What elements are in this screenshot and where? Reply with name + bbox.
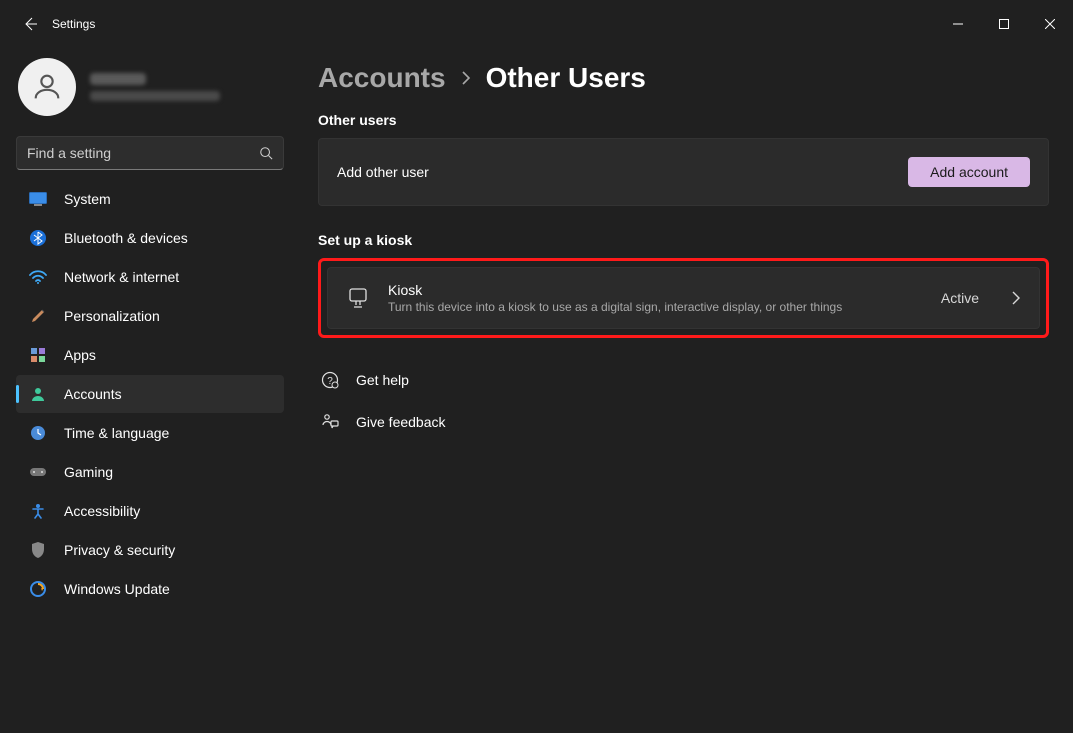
main: Accounts Other Users Other users Add oth… [300, 48, 1073, 733]
chevron-right-icon [1011, 291, 1021, 305]
wifi-icon [28, 267, 48, 287]
user-email-redacted [90, 91, 220, 101]
sidebar-item-gaming[interactable]: Gaming [16, 453, 284, 491]
sidebar-item-label: Accounts [64, 386, 122, 402]
breadcrumb-parent[interactable]: Accounts [318, 62, 446, 94]
get-help-label: Get help [356, 372, 409, 388]
sidebar-item-network[interactable]: Network & internet [16, 258, 284, 296]
sidebar: System Bluetooth & devices Network & int… [0, 48, 300, 733]
shield-icon [28, 540, 48, 560]
sidebar-item-personalization[interactable]: Personalization [16, 297, 284, 335]
minimize-button[interactable] [935, 8, 981, 40]
sidebar-item-system[interactable]: System [16, 180, 284, 218]
search-box[interactable] [16, 136, 284, 170]
display-icon [28, 189, 48, 209]
window-controls [935, 8, 1073, 40]
chevron-right-icon [460, 70, 472, 86]
section-heading-other-users: Other users [318, 112, 1049, 128]
update-icon [28, 579, 48, 599]
kiosk-status: Active [941, 290, 979, 306]
breadcrumb-current: Other Users [486, 62, 646, 94]
breadcrumb: Accounts Other Users [318, 62, 1049, 94]
sidebar-item-windows-update[interactable]: Windows Update [16, 570, 284, 608]
kiosk-title: Kiosk [388, 282, 842, 298]
add-account-button[interactable]: Add account [908, 157, 1030, 187]
kiosk-description: Turn this device into a kiosk to use as … [388, 300, 842, 314]
help-icon: ? [320, 370, 340, 390]
bluetooth-icon [28, 228, 48, 248]
sidebar-item-apps[interactable]: Apps [16, 336, 284, 374]
give-feedback-link[interactable]: Give feedback [318, 406, 1049, 438]
titlebar: Settings [0, 0, 1073, 48]
sidebar-item-privacy[interactable]: Privacy & security [16, 531, 284, 569]
kiosk-text: Kiosk Turn this device into a kiosk to u… [388, 282, 842, 314]
search-input[interactable] [27, 145, 259, 161]
apps-icon [28, 345, 48, 365]
section-heading-kiosk: Set up a kiosk [318, 232, 1049, 248]
close-button[interactable] [1027, 8, 1073, 40]
user-info [90, 73, 220, 101]
paintbrush-icon [28, 306, 48, 326]
sidebar-item-label: Network & internet [64, 269, 179, 285]
kiosk-panel[interactable]: Kiosk Turn this device into a kiosk to u… [327, 267, 1040, 329]
sidebar-item-label: Personalization [64, 308, 160, 324]
sidebar-item-label: Windows Update [64, 581, 170, 597]
window-title: Settings [52, 17, 95, 31]
kiosk-icon [346, 286, 370, 310]
gamepad-icon [28, 462, 48, 482]
sidebar-item-time-language[interactable]: Time & language [16, 414, 284, 452]
nav: System Bluetooth & devices Network & int… [10, 180, 290, 608]
sidebar-item-label: Apps [64, 347, 96, 363]
person-icon [28, 384, 48, 404]
sidebar-item-label: Privacy & security [64, 542, 175, 558]
feedback-icon [320, 412, 340, 432]
get-help-link[interactable]: ? Get help [318, 364, 1049, 396]
avatar [18, 58, 76, 116]
sidebar-item-label: Accessibility [64, 503, 140, 519]
sidebar-item-label: Gaming [64, 464, 113, 480]
clock-icon [28, 423, 48, 443]
sidebar-item-accessibility[interactable]: Accessibility [16, 492, 284, 530]
maximize-button[interactable] [981, 8, 1027, 40]
sidebar-item-label: Time & language [64, 425, 169, 441]
user-card[interactable] [10, 54, 290, 130]
sidebar-item-label: Bluetooth & devices [64, 230, 188, 246]
sidebar-item-label: System [64, 191, 111, 207]
search-icon [259, 146, 273, 160]
accessibility-icon [28, 501, 48, 521]
sidebar-item-accounts[interactable]: Accounts [16, 375, 284, 413]
add-other-user-label: Add other user [337, 164, 429, 180]
add-other-user-panel: Add other user Add account [318, 138, 1049, 206]
kiosk-highlight: Kiosk Turn this device into a kiosk to u… [318, 258, 1049, 338]
back-button[interactable] [20, 14, 40, 34]
give-feedback-label: Give feedback [356, 414, 446, 430]
sidebar-item-bluetooth[interactable]: Bluetooth & devices [16, 219, 284, 257]
user-name-redacted [90, 73, 146, 85]
